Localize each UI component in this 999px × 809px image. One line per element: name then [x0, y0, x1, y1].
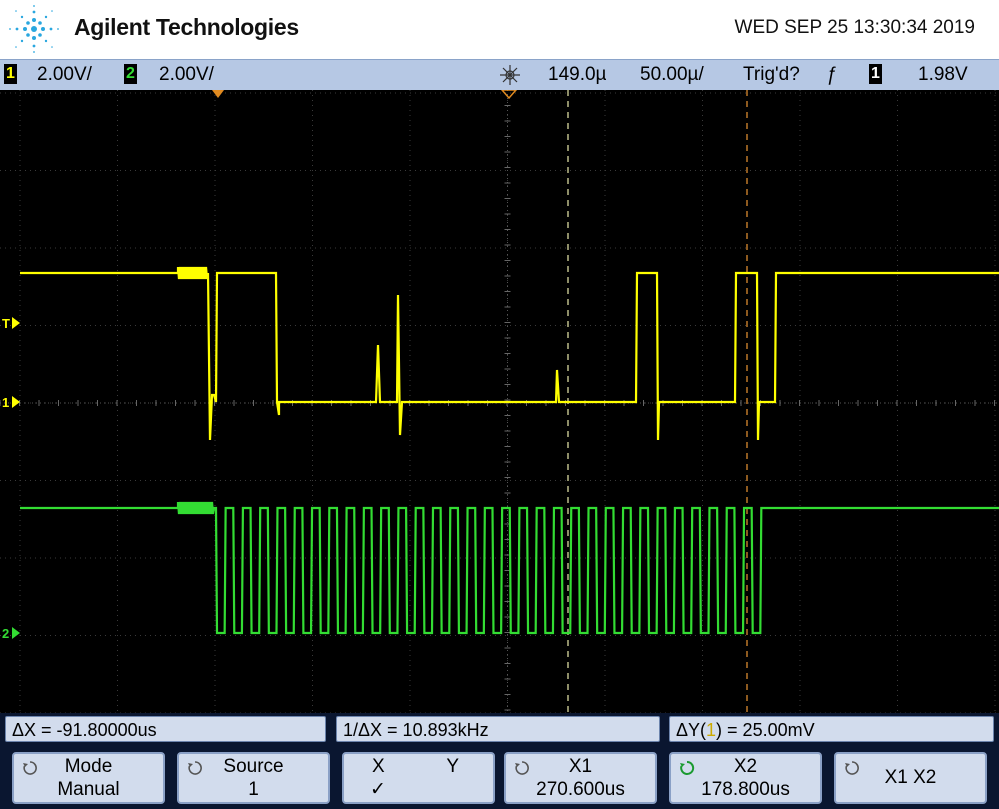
time-delay[interactable]: 149.0µ: [548, 64, 607, 86]
brand-name: Agilent Technologies: [74, 14, 299, 40]
source-softkey[interactable]: Source 1: [177, 752, 330, 804]
x1x2-softkey[interactable]: X1 X2: [834, 752, 987, 804]
trigger-point-marker: [212, 90, 224, 98]
x2-value: 178.800us: [701, 779, 790, 800]
x1-softkey[interactable]: X1 270.600us: [504, 752, 657, 804]
time-scale[interactable]: 50.00µ/: [640, 64, 704, 86]
mode-title: Mode: [64, 756, 113, 777]
ch2-badge[interactable]: 2: [124, 64, 137, 84]
trigger-status: Trig'd?: [743, 64, 800, 85]
channel-markers: T 1 2: [2, 316, 20, 641]
trigger-level-marker-label: T: [2, 316, 10, 331]
mode-softkey[interactable]: Mode Manual: [12, 752, 165, 804]
ch1-badge[interactable]: 1: [4, 64, 17, 84]
xy-units-softkey[interactable]: X Y ✓: [342, 752, 495, 804]
ch2-scale[interactable]: 2.00V/: [159, 64, 214, 86]
ch1-scale[interactable]: 2.00V/: [37, 64, 92, 86]
source-value: 1: [248, 779, 259, 800]
y-units-label: Y: [446, 756, 459, 777]
trigger-level-marker-arrow: [12, 317, 20, 329]
ch2-ground-marker-arrow: [12, 627, 20, 639]
delta-y-prefix: ΔY(: [676, 720, 707, 740]
ch1-ground-marker-arrow: [12, 396, 20, 408]
delta-x-readout: ΔX = -91.80000us: [5, 716, 326, 742]
run-status-icon: [500, 65, 520, 85]
waveform-display[interactable]: T 1 2: [0, 90, 999, 713]
trigger-source-badge[interactable]: 1: [869, 64, 882, 84]
ch2-ground-marker-label: 2: [2, 626, 9, 641]
ch1-ground-marker-label: 1: [2, 395, 9, 410]
x1x2-label: X1 X2: [884, 767, 937, 788]
delay-marker: [501, 90, 517, 100]
delta-y-value: ) = 25.00mV: [716, 720, 815, 740]
delta-y-channel: 1: [706, 720, 717, 740]
x1-title: X1: [568, 756, 593, 777]
delta-y-readout: ΔY(1) = 25.00mV: [669, 716, 994, 742]
trigger-level[interactable]: 1.98V: [918, 64, 968, 86]
x1-value: 270.600us: [536, 779, 625, 800]
date-time: WED SEP 25 13:30:34 2019: [734, 17, 975, 38]
source-title: Source: [223, 756, 284, 777]
ch2-trace: [20, 501, 999, 635]
waveform-graticule: T 1 2: [0, 90, 999, 713]
trigger-edge-icon[interactable]: ƒ: [826, 64, 837, 86]
trigger-level-marker: T: [2, 316, 20, 331]
mode-value: Manual: [57, 779, 120, 800]
ch2-ground-marker: 2: [2, 626, 20, 641]
x2-title: X2: [733, 756, 758, 777]
x2-softkey[interactable]: X2 178.800us: [669, 752, 822, 804]
check-icon: ✓: [370, 779, 386, 800]
inverse-delta-x-readout: 1/ΔX = 10.893kHz: [336, 716, 660, 742]
header: Agilent Technologies WED SEP 25 13:30:34…: [0, 0, 999, 59]
agilent-spark-logo: [9, 5, 59, 53]
status-bar: 1 2.00V/ 2 2.00V/ 149.0µ 50.00µ/ Trig'd?…: [0, 59, 999, 91]
